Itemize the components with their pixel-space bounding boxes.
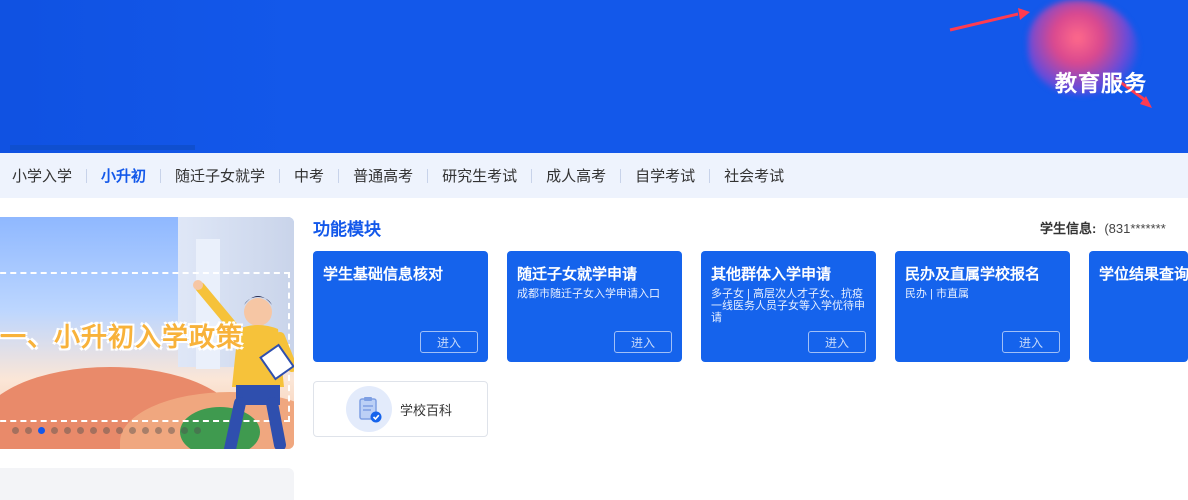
nav-tab[interactable]: 社会考试 <box>724 165 784 186</box>
section-title: 功能模块 <box>313 220 381 239</box>
school-encyclopedia-label: 学校百科 <box>400 402 453 418</box>
carousel-dot[interactable] <box>77 427 84 434</box>
banner-decoration <box>0 0 300 153</box>
carousel-dot[interactable] <box>64 427 71 434</box>
enter-button[interactable]: 进入 <box>808 331 866 353</box>
carousel-dot[interactable] <box>181 427 188 434</box>
module-tile-description: 民办 | 市直属 <box>905 288 969 300</box>
module-tile[interactable]: 随迁子女就学申请成都市随迁子女入学申请入口进入 <box>507 251 682 362</box>
school-encyclopedia-button[interactable]: 学校百科 <box>313 381 488 437</box>
category-nav: 小学入学 小升初 随迁子女就学 中考 普通高考 研究生考试 成人高考 自学考试 社会考试 <box>0 153 1188 198</box>
nav-tab[interactable]: 自学考试 <box>635 165 695 186</box>
module-tile-title: 学生基础信息核对 <box>323 266 444 283</box>
nav-tab[interactable]: 成人高考 <box>546 165 606 186</box>
clipboard-check-icon <box>346 386 392 432</box>
nav-tab[interactable]: 研究生考试 <box>442 165 517 186</box>
nav-separator <box>160 168 162 183</box>
secondary-card[interactable] <box>0 468 294 500</box>
carousel-dot[interactable] <box>168 427 175 434</box>
module-tile[interactable]: 学位结果查询及确认 <box>1089 251 1188 362</box>
nav-separator <box>709 168 711 183</box>
banner-strip <box>10 145 195 150</box>
nav-separator <box>531 168 533 183</box>
module-tile-title: 其他群体入学申请 <box>711 266 832 283</box>
nav-separator <box>279 168 281 183</box>
carousel-dot[interactable] <box>194 427 201 434</box>
nav-tab[interactable]: 随迁子女就学 <box>175 165 265 186</box>
nav-separator <box>338 168 340 183</box>
module-tile-description: 多子女 | 高层次人才子女、抗疫一线医务人员子女等入学优待申请 <box>711 288 865 324</box>
carousel-title: 一、小升初入学政策 <box>0 322 244 352</box>
module-tile[interactable]: 学生基础信息核对进入 <box>313 251 488 362</box>
nav-separator <box>427 168 429 183</box>
carousel-dot[interactable] <box>155 427 162 434</box>
policy-carousel[interactable]: 一、小升初入学政策 <box>0 217 294 449</box>
module-tile-title: 随迁子女就学申请 <box>517 266 638 283</box>
nav-separator <box>620 168 622 183</box>
enter-button[interactable]: 进入 <box>1002 331 1060 353</box>
module-tile[interactable]: 民办及直属学校报名民办 | 市直属进入 <box>895 251 1070 362</box>
carousel-dots <box>12 427 201 434</box>
nav-tab[interactable]: 小学入学 <box>12 165 72 186</box>
header-banner: 教育服务 <box>0 0 1188 153</box>
module-tile[interactable]: 其他群体入学申请多子女 | 高层次人才子女、抗疫一线医务人员子女等入学优待申请进… <box>701 251 876 362</box>
student-illustration-icon <box>193 280 294 449</box>
carousel-dot[interactable] <box>25 427 32 434</box>
carousel-dot[interactable] <box>12 427 19 434</box>
carousel-dot[interactable] <box>51 427 58 434</box>
nav-tab[interactable]: 小升初 <box>101 165 146 186</box>
enter-button[interactable]: 进入 <box>420 331 478 353</box>
module-tile-title: 学位结果查询及确认 <box>1099 266 1188 283</box>
carousel-dot[interactable] <box>129 427 136 434</box>
nav-separator <box>86 168 88 183</box>
carousel-dot[interactable] <box>103 427 110 434</box>
brand-logo-text: 教育服务 <box>1055 71 1148 97</box>
nav-tab[interactable]: 中考 <box>294 165 324 186</box>
student-info: 学生信息: (831******* <box>1040 218 1166 237</box>
student-info-value: (831******* <box>1104 221 1166 236</box>
carousel-dot[interactable] <box>116 427 123 434</box>
student-info-label: 学生信息: <box>1040 221 1097 236</box>
nav-tab[interactable]: 普通高考 <box>353 165 413 186</box>
carousel-dot[interactable] <box>90 427 97 434</box>
carousel-dot[interactable] <box>142 427 149 434</box>
carousel-dot[interactable] <box>38 427 45 434</box>
module-tile-title: 民办及直属学校报名 <box>905 266 1041 283</box>
enter-button[interactable]: 进入 <box>614 331 672 353</box>
module-tile-description: 成都市随迁子女入学申请入口 <box>517 288 660 300</box>
